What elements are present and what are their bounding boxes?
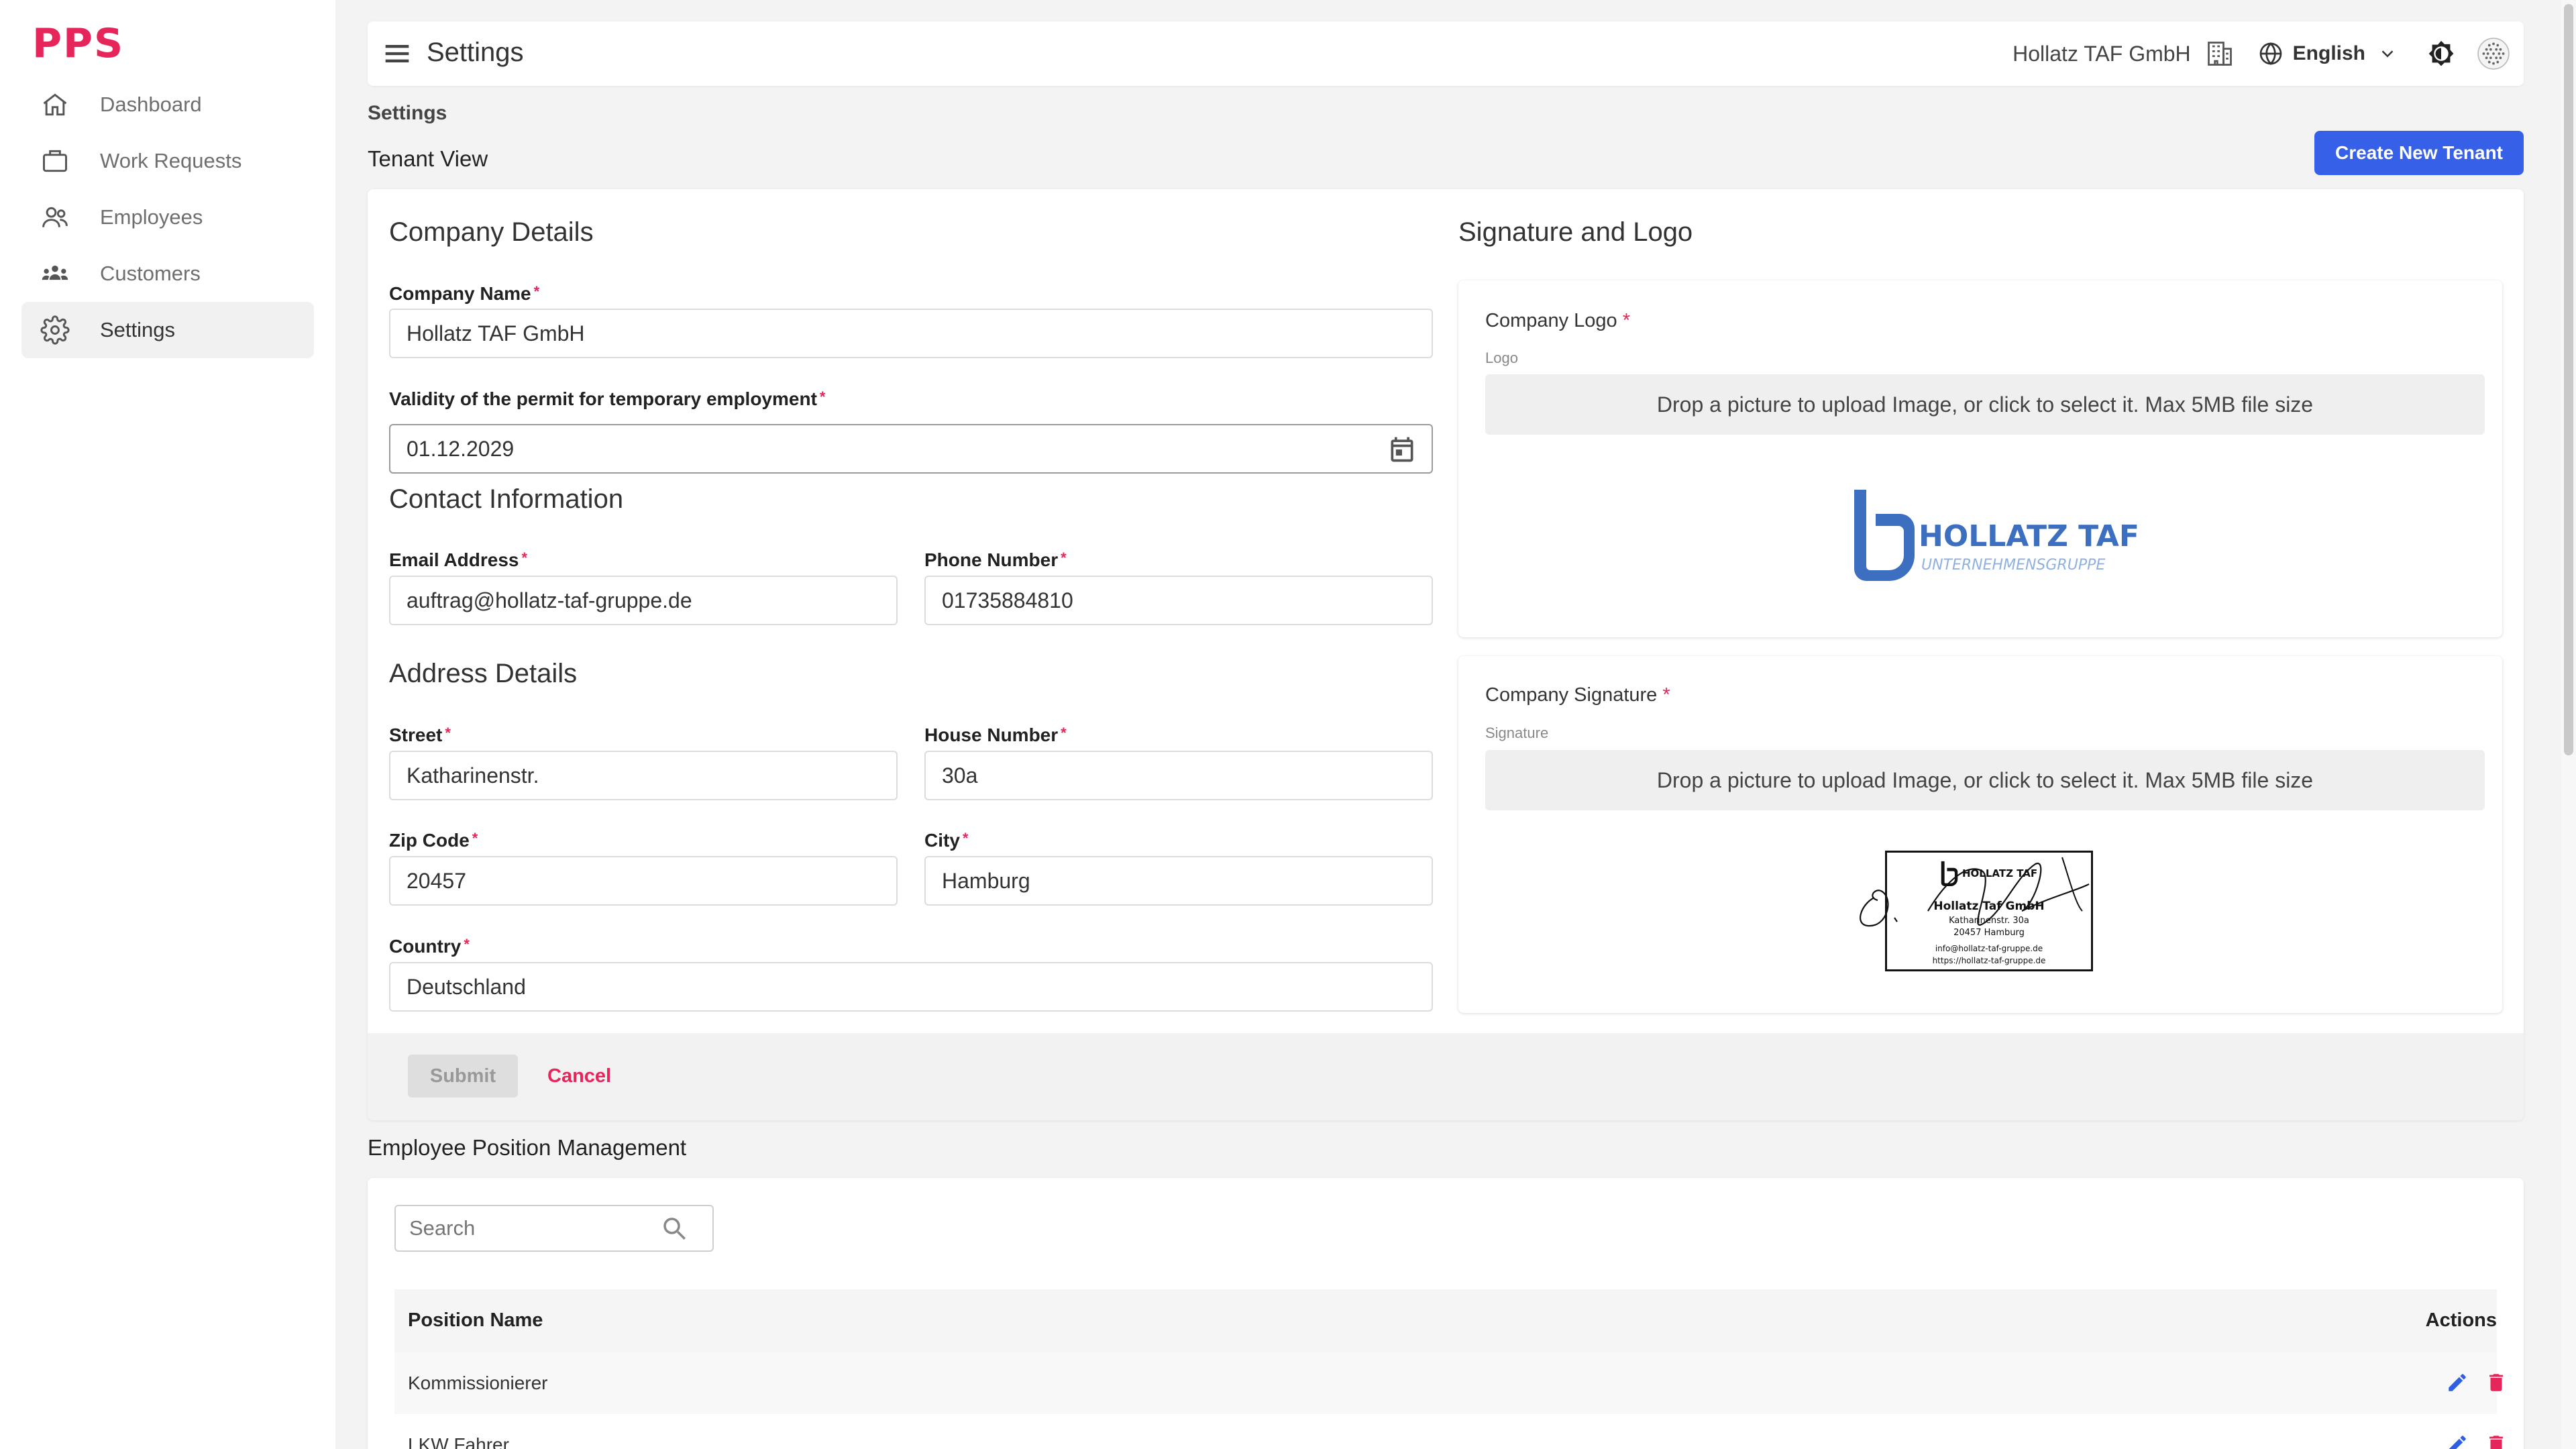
column-actions: Actions	[2425, 1309, 2497, 1331]
brand-logo[interactable]: PPS	[32, 20, 124, 67]
home-icon	[28, 76, 82, 133]
view-title: Tenant View	[368, 146, 488, 171]
permit-validity-label: Validity of the permit for temporary emp…	[389, 388, 826, 409]
permit-validity-value: 01.12.2029	[407, 436, 515, 461]
customers-icon	[28, 246, 82, 302]
building-icon[interactable]	[2203, 37, 2237, 70]
logo-dropzone[interactable]: Drop a picture to upload Image, or click…	[1485, 374, 2485, 435]
country-field[interactable]: Deutschland	[389, 962, 1433, 1012]
logo-subtitle: UNTERNEHMENSGRUPPE	[1921, 557, 2106, 574]
signature-logo-title: Signature and Logo	[1458, 217, 1693, 247]
cancel-button[interactable]: Cancel	[547, 1055, 611, 1097]
tenant-form-card: Company Details Company Name * Hollatz TA…	[368, 189, 2524, 1120]
sidebar: PPS Dashboard Work Requests Employees Cu…	[0, 0, 335, 1449]
zip-code-field[interactable]: 20457	[389, 856, 898, 906]
country-label: Country *	[389, 936, 470, 957]
street-label: Street *	[389, 724, 451, 745]
sidebar-item-label: Work Requests	[100, 149, 242, 172]
company-logo-label: Company Logo *	[1485, 310, 1630, 331]
column-position-name[interactable]: Position Name	[408, 1309, 543, 1332]
signature-sublabel: Signature	[1485, 724, 1549, 741]
phone-field[interactable]: 01735884810	[924, 576, 1433, 625]
company-signature-box: Company Signature * Signature Drop a pict…	[1458, 656, 2502, 1013]
stamp-line: https://hollatz-taf-gruppe.de	[1932, 956, 2046, 965]
company-name-label: Company Name *	[389, 283, 540, 304]
page-scrollbar[interactable]	[2561, 0, 2576, 1449]
company-signature-label: Company Signature *	[1485, 684, 1670, 706]
sidebar-item-settings[interactable]: Settings	[21, 302, 314, 358]
sidebar-item-label: Dashboard	[100, 93, 202, 116]
company-name-input[interactable]: Hollatz TAF GmbH	[389, 309, 1433, 358]
logo-title: HOLLATZ TAF	[1919, 519, 2139, 553]
hollatz-logo-mark-icon	[1854, 490, 1915, 581]
phone-label: Phone Number *	[924, 549, 1067, 570]
submit-button[interactable]: Submit	[408, 1055, 518, 1097]
delete-icon[interactable]	[2485, 1433, 2508, 1449]
city-field[interactable]: Hamburg	[924, 856, 1433, 906]
logo-sublabel: Logo	[1485, 350, 1518, 366]
house-number-label: House Number *	[924, 724, 1067, 745]
sidebar-item-label: Settings	[100, 318, 176, 341]
sidebar-item-customers[interactable]: Customers	[21, 246, 314, 302]
edit-icon[interactable]	[2446, 1433, 2469, 1449]
positions-card: Position Name Actions Kommissionierer LK…	[368, 1178, 2524, 1449]
employee-position-title: Employee Position Management	[368, 1135, 687, 1160]
sidebar-item-dashboard[interactable]: Dashboard	[21, 76, 314, 133]
sidebar-item-employees[interactable]: Employees	[21, 189, 314, 246]
language-select[interactable]: English	[2293, 42, 2365, 65]
users-icon	[28, 189, 82, 246]
chevron-down-icon[interactable]	[2371, 37, 2404, 70]
zip-code-label: Zip Code *	[389, 830, 478, 851]
delete-icon[interactable]	[2485, 1371, 2508, 1394]
email-label: Email Address *	[389, 549, 528, 570]
search-icon[interactable]	[660, 1214, 688, 1242]
position-name: Kommissionierer	[408, 1373, 548, 1393]
gear-icon	[28, 302, 82, 358]
header-actions: Hollatz TAF GmbH English	[2012, 21, 2510, 86]
handwritten-signature	[1860, 857, 2090, 927]
breadcrumb[interactable]: Settings	[368, 102, 447, 125]
company-logo-image: HOLLATZ TAF UNTERNEHMENSGRUPPE	[1847, 490, 2139, 590]
calendar-icon[interactable]	[1387, 435, 1417, 464]
permit-validity-date-input[interactable]: 01.12.2029	[389, 424, 1433, 474]
edit-icon[interactable]	[2446, 1371, 2469, 1394]
sidebar-item-label: Employees	[100, 205, 203, 229]
tenant-name: Hollatz TAF GmbH	[2012, 41, 2191, 66]
table-header: Position Name Actions	[394, 1289, 2497, 1352]
city-label: City *	[924, 830, 969, 851]
hamburger-menu-icon[interactable]	[380, 36, 415, 71]
table-row[interactable]: Kommissionierer	[394, 1352, 2503, 1414]
company-logo-box: Company Logo * Logo Drop a picture to upl…	[1458, 280, 2502, 637]
table-row[interactable]: LKW Fahrer	[394, 1414, 2503, 1449]
briefcase-icon	[28, 133, 82, 189]
theme-toggle-icon[interactable]	[2424, 37, 2458, 70]
email-field[interactable]: auftrag@hollatz-taf-gruppe.de	[389, 576, 898, 625]
top-header: Settings Hollatz TAF GmbH English	[368, 21, 2524, 86]
sidebar-item-label: Customers	[100, 262, 201, 285]
globe-icon[interactable]	[2254, 37, 2288, 70]
address-details-title: Address Details	[389, 659, 578, 688]
sidebar-item-work-requests[interactable]: Work Requests	[21, 133, 314, 189]
form-footer: Submit Cancel	[368, 1033, 2524, 1120]
signature-dropzone[interactable]: Drop a picture to upload Image, or click…	[1485, 750, 2485, 810]
scrollbar-thumb[interactable]	[2564, 4, 2573, 755]
position-name: LKW Fahrer	[408, 1434, 509, 1449]
avatar[interactable]	[2477, 37, 2510, 70]
create-new-tenant-button[interactable]: Create New Tenant	[2314, 131, 2524, 175]
street-field[interactable]: Katharinenstr.	[389, 751, 898, 800]
house-number-field[interactable]: 30a	[924, 751, 1433, 800]
contact-information-title: Contact Information	[389, 484, 624, 514]
company-details-title: Company Details	[389, 217, 594, 247]
page-title: Settings	[427, 38, 524, 67]
